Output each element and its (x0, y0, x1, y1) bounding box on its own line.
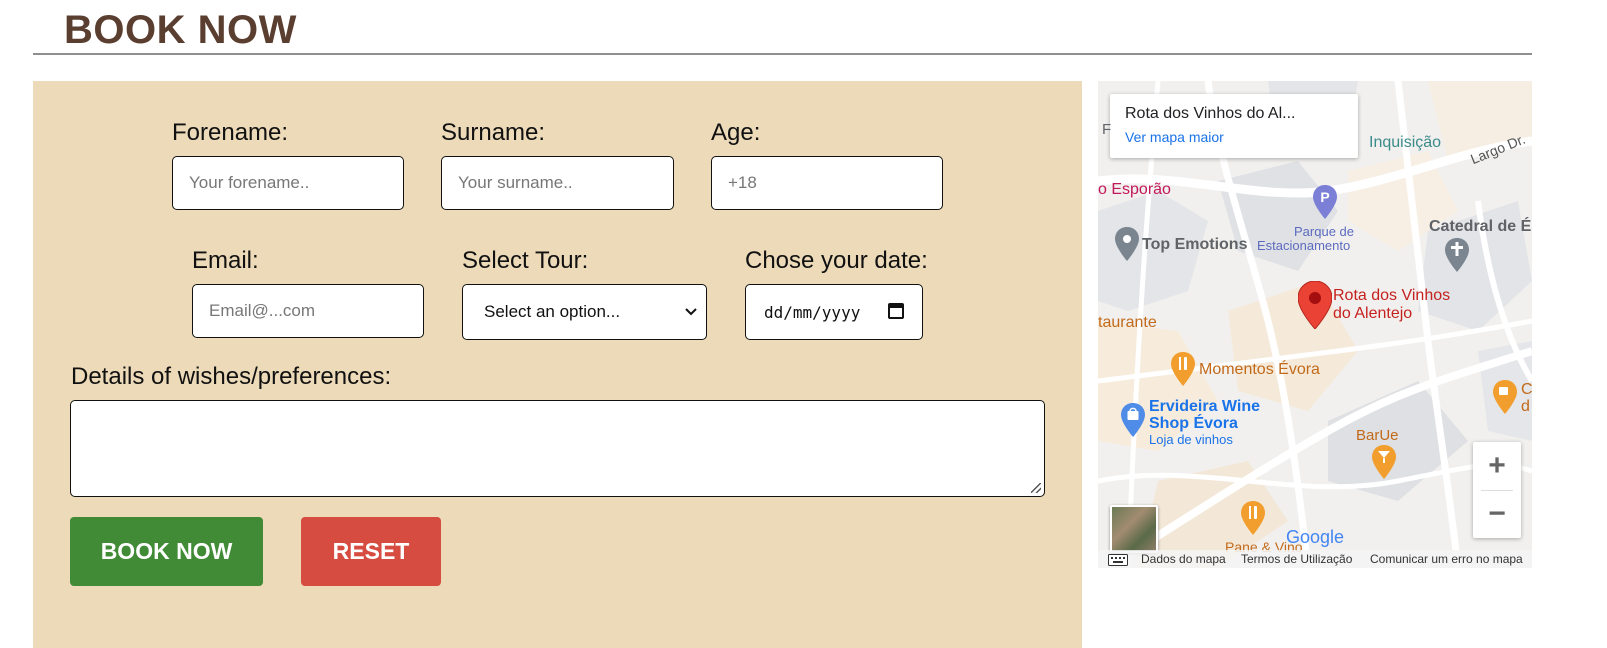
map-data-link[interactable]: Dados do mapa (1141, 552, 1226, 566)
place-card: Rota dos Vinhos do Al... Ver mapa maior (1110, 94, 1358, 158)
map-label-loja: Loja de vinhos (1149, 432, 1233, 447)
tour-label: Select Tour: (462, 247, 589, 274)
book-now-button[interactable]: BOOK NOW (70, 517, 263, 586)
keyboard-icon[interactable] (1108, 554, 1128, 566)
map-label-momentos: Momentos Évora (1199, 361, 1320, 378)
restaurant-icon[interactable] (1171, 352, 1195, 386)
restaurant-icon[interactable] (1241, 501, 1265, 535)
age-input[interactable]: +18 (711, 156, 943, 210)
cross-icon[interactable] (1445, 238, 1469, 272)
svg-text:P: P (1320, 189, 1329, 205)
age-label: Age: (711, 119, 761, 146)
parking-icon[interactable]: P (1313, 185, 1337, 219)
details-textarea[interactable] (70, 400, 1045, 497)
map-label-catedral: Catedral de É (1429, 218, 1532, 235)
satellite-toggle-button[interactable] (1110, 505, 1158, 553)
reset-button[interactable]: RESET (301, 517, 441, 586)
forename-placeholder: Your forename.. (189, 173, 310, 192)
email-input[interactable]: Email@...com (192, 284, 424, 338)
map-label-edge-f: F (1102, 121, 1112, 138)
location-marker-icon[interactable] (1298, 281, 1332, 329)
calendar-icon[interactable] (888, 303, 904, 319)
map-pin-icon[interactable] (1115, 227, 1139, 261)
shopping-bag-icon[interactable] (1121, 403, 1145, 437)
date-label: Chose your date: (745, 247, 928, 274)
zoom-out-button[interactable]: − (1473, 490, 1521, 538)
map-label-rota-2: do Alentejo (1333, 305, 1413, 322)
google-logo: Google (1286, 527, 1345, 547)
date-value: dd/mm/yyyy (764, 302, 861, 322)
email-label: Email: (192, 247, 259, 274)
tour-select[interactable]: Select an option... (462, 284, 707, 340)
map-footer: Dados do mapa Termos de Utilização Comun… (1098, 550, 1532, 568)
map-label-esporao: o Esporão (1098, 181, 1171, 198)
cafe-icon[interactable] (1493, 380, 1517, 414)
cocktail-icon[interactable] (1372, 445, 1396, 479)
map-label-inquisicao: Inquisição (1369, 134, 1442, 151)
age-placeholder: +18 (728, 173, 757, 192)
map-label-top-emotions: Top Emotions (1142, 236, 1248, 253)
date-input[interactable]: dd/mm/yyyy (745, 284, 923, 340)
email-placeholder: Email@...com (209, 301, 316, 320)
map-label-edge-d: d (1521, 398, 1530, 415)
tour-selected-value: Select an option... (484, 302, 621, 321)
map-label-barue: BarUe (1356, 427, 1399, 444)
map-label-estacionamento: Estacionamento (1257, 238, 1351, 253)
map-label-ervideira-2: Shop Évora (1149, 415, 1238, 432)
terms-link[interactable]: Termos de Utilização (1241, 552, 1352, 566)
title-divider (33, 53, 1532, 55)
page-title: BOOK NOW (64, 8, 297, 52)
map-label-restaurante: taurante (1098, 314, 1157, 331)
map-label-edge-c: C (1521, 381, 1532, 398)
place-card-title: Rota dos Vinhos do Al... (1125, 105, 1296, 122)
map-label-parque: Parque de (1294, 224, 1354, 239)
surname-label: Surname: (441, 119, 546, 146)
surname-input[interactable]: Your surname.. (441, 156, 674, 210)
chevron-down-icon (685, 308, 697, 316)
report-error-link[interactable]: Comunicar um erro no mapa (1370, 552, 1523, 566)
forename-input[interactable]: Your forename.. (172, 156, 404, 210)
forename-label: Forename: (172, 119, 289, 146)
details-label: Details of wishes/preferences: (71, 363, 392, 390)
map-label-ervideira-1: Ervideira Wine (1149, 398, 1261, 415)
surname-placeholder: Your surname.. (458, 173, 573, 192)
embedded-map[interactable]: Rota dos Vinhos do Al... Ver mapa maior … (1098, 81, 1532, 568)
view-larger-map-link[interactable]: Ver mapa maior (1125, 129, 1343, 145)
zoom-in-button[interactable]: + (1473, 442, 1521, 490)
zoom-controls: + − (1473, 442, 1521, 538)
map-label-rota-1: Rota dos Vinhos (1333, 287, 1451, 304)
resize-handle-icon[interactable] (1031, 483, 1041, 493)
